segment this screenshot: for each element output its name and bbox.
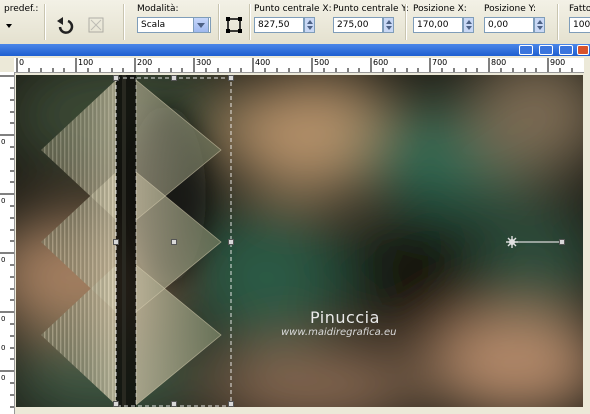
ruler-label: 200 bbox=[137, 58, 153, 67]
edit-mode-button[interactable] bbox=[224, 15, 244, 35]
mode-dropdown-icon[interactable] bbox=[193, 17, 209, 33]
ruler-label: 0 bbox=[1, 344, 6, 352]
factor-field[interactable]: 100, bbox=[569, 17, 590, 33]
canvas-artwork bbox=[16, 75, 583, 407]
deform-handle[interactable] bbox=[113, 239, 119, 245]
ruler-label: 0 bbox=[19, 58, 25, 67]
separator bbox=[557, 4, 559, 40]
center-x-spinner[interactable] bbox=[304, 17, 315, 33]
center-y-field[interactable]: 275,00 bbox=[333, 17, 383, 33]
ruler-label: 0 bbox=[1, 315, 6, 323]
deform-handle[interactable] bbox=[171, 401, 177, 407]
ruler-label: 600 bbox=[373, 58, 389, 67]
deform-handle[interactable] bbox=[171, 75, 177, 81]
watermark-name: Pinuccia bbox=[310, 308, 380, 327]
deform-box-icon bbox=[226, 17, 242, 33]
ruler-label: 0 bbox=[1, 138, 6, 146]
reset-icon bbox=[88, 17, 104, 33]
separator bbox=[405, 4, 407, 40]
ruler-label: 500 bbox=[314, 58, 330, 67]
ruler-label: 0 bbox=[1, 197, 6, 205]
restore-button[interactable] bbox=[539, 45, 553, 55]
preset-dropdown-arrow[interactable] bbox=[6, 24, 12, 28]
ruler-ticks bbox=[0, 75, 14, 408]
ruler-label: 900 bbox=[550, 58, 566, 67]
watermark-url: www.maidiregrafica.eu bbox=[281, 327, 397, 338]
ruler-label: 400 bbox=[255, 58, 271, 67]
center-x-label: Punto centrale X: bbox=[254, 4, 332, 14]
separator bbox=[123, 4, 125, 40]
window-right-border bbox=[584, 72, 590, 414]
ruler-label: 300 bbox=[196, 58, 212, 67]
maximize-button[interactable] bbox=[559, 45, 573, 55]
tool-options-palette: predef.: Modalità: Scala Punto centrale … bbox=[0, 0, 590, 45]
position-y-spinner[interactable] bbox=[534, 17, 545, 33]
image-window-titlebar[interactable] bbox=[0, 44, 590, 56]
horizontal-ruler: 0 100 200 300 400 500 600 700 800 900 bbox=[14, 58, 584, 73]
deform-handle-center[interactable] bbox=[171, 239, 177, 245]
center-y-label: Punto centrale Y: bbox=[333, 4, 409, 14]
deform-handle[interactable] bbox=[113, 75, 119, 81]
ruler-label: 100 bbox=[78, 58, 94, 67]
ruler-label: 700 bbox=[432, 58, 448, 67]
separator bbox=[44, 4, 46, 40]
vertical-ruler: 0 0 0 0 0 0 bbox=[0, 72, 15, 414]
position-x-spinner[interactable] bbox=[463, 17, 474, 33]
reset-button[interactable] bbox=[86, 15, 106, 35]
apply-button[interactable] bbox=[54, 15, 74, 35]
minimize-button[interactable] bbox=[519, 45, 533, 55]
ruler-label: 0 bbox=[1, 256, 6, 264]
ruler-label: 800 bbox=[491, 58, 507, 67]
mode-label: Modalità: bbox=[137, 4, 179, 14]
separator bbox=[218, 4, 220, 40]
rotation-handle[interactable] bbox=[559, 239, 565, 245]
deform-handle[interactable] bbox=[228, 75, 234, 81]
separator bbox=[249, 4, 251, 40]
preset-label: predef.: bbox=[4, 4, 39, 14]
position-x-field[interactable]: 170,00 bbox=[413, 17, 463, 33]
deform-handle[interactable] bbox=[228, 401, 234, 407]
close-button[interactable] bbox=[577, 45, 589, 55]
image-canvas[interactable] bbox=[16, 75, 583, 407]
position-y-label: Posizione Y: bbox=[484, 4, 536, 14]
undo-arrow-icon bbox=[57, 17, 74, 34]
deform-handle[interactable] bbox=[113, 401, 119, 407]
center-y-spinner[interactable] bbox=[383, 17, 394, 33]
position-y-field[interactable]: 0,00 bbox=[484, 17, 534, 33]
center-x-field[interactable]: 827,50 bbox=[254, 17, 304, 33]
deform-handle[interactable] bbox=[228, 239, 234, 245]
factor-label: Fatto bbox=[569, 4, 590, 14]
pivot-point-icon[interactable] bbox=[505, 235, 519, 249]
position-x-label: Posizione X: bbox=[413, 4, 467, 14]
ruler-label: 0 bbox=[1, 374, 6, 382]
